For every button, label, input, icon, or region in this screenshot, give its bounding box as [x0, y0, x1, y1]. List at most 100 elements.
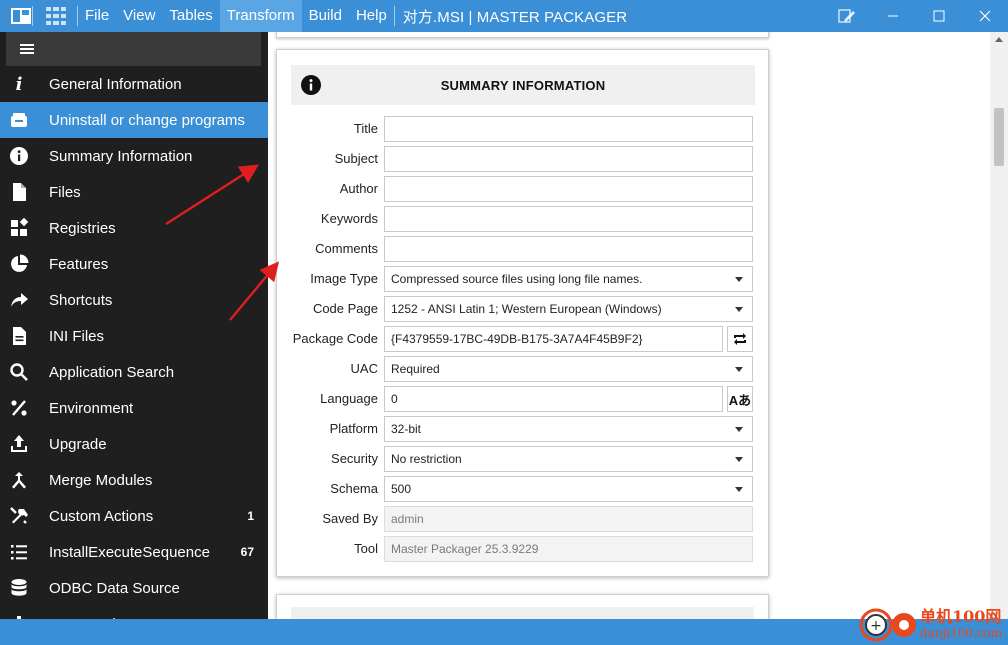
sidebar-item-label: Application Search — [49, 363, 175, 381]
comments-field[interactable] — [384, 236, 753, 262]
author-label: Author — [339, 181, 378, 196]
sidebar-item-odbc-data-source[interactable]: ODBC Data Source — [0, 570, 268, 606]
sidebar-item-label: Shortcuts — [49, 291, 113, 309]
watermark-logo-icon: + — [859, 608, 916, 641]
author-field[interactable] — [384, 176, 753, 202]
count-badge: 67 — [240, 545, 254, 559]
sidebar-item-general-information[interactable]: i General Information — [0, 66, 268, 102]
form-row-code-page: Code Page 1252 - ANSI Latin 1; Western Eu… — [277, 296, 770, 322]
form-row-comments: Comments — [277, 236, 770, 262]
sidebar-item-merge-modules[interactable]: Merge Modules — [0, 462, 268, 498]
upload-tray-icon — [9, 434, 29, 454]
tool-field: Master Packager 25.3.9229 — [384, 536, 753, 562]
database-icon — [9, 578, 29, 598]
info-circle-icon — [9, 146, 29, 166]
sidebar-nav-list: i General Information Uninstall or change … — [0, 66, 268, 619]
card-header: SUMMARY INFORMATION — [291, 65, 755, 105]
menu-transform[interactable]: Transform — [219, 0, 302, 32]
language-label: Language — [320, 391, 378, 406]
sidebar-item-label: Custom Actions — [49, 507, 154, 525]
language-button-label: Aあ — [728, 392, 752, 408]
scroll-up-icon[interactable] — [995, 37, 1003, 42]
sidebar-item-label: Features — [49, 255, 109, 273]
security-dropdown[interactable]: No restriction — [384, 446, 753, 472]
info-italic-icon: i — [9, 74, 29, 94]
code-page-label: Code Page — [312, 301, 378, 316]
form-row-security: Security No restriction — [277, 446, 770, 472]
sidebar-item-odbc-drivers[interactable]: ODBC Drivers — [0, 606, 268, 619]
sidebar-item-label: General Information — [49, 75, 182, 93]
platform-dropdown[interactable]: 32-bit — [384, 416, 753, 442]
menu-tables[interactable]: Tables — [162, 0, 219, 32]
image-type-dropdown[interactable]: Compressed source files using long file … — [384, 266, 753, 292]
sidebar-item-uninstall-or-change-programs[interactable]: Uninstall or change programs — [0, 102, 268, 138]
menu-bar: File View Tables Transform Build Help — [78, 0, 394, 32]
tools-icon — [9, 506, 29, 526]
grid-view-icon[interactable] — [45, 7, 67, 25]
app-logo-icon — [10, 7, 32, 25]
sidebar-item-features[interactable]: Features — [0, 246, 268, 282]
comments-label: Comments — [315, 241, 378, 256]
edit-note-icon[interactable] — [824, 0, 870, 32]
uac-dropdown[interactable]: Required — [384, 356, 753, 382]
title-label: Title — [353, 121, 378, 136]
keywords-field[interactable] — [384, 206, 753, 232]
form-row-package-code: Package Code {F4379559-17BC-49DB-B175-3A7… — [277, 326, 770, 352]
sidebar-item-installexecutesequence[interactable]: InstallExecuteSequence 67 — [0, 534, 268, 570]
sidebar-item-application-search[interactable]: Application Search — [0, 354, 268, 390]
package-code-label: Package Code — [292, 331, 378, 346]
form-row-schema: Schema 500 — [277, 476, 770, 502]
search-icon — [9, 362, 29, 382]
form-row-uac: UAC Required — [277, 356, 770, 382]
title-field[interactable] — [384, 116, 753, 142]
code-page-dropdown[interactable]: 1252 - ANSI Latin 1; Western European (W… — [384, 296, 753, 322]
language-icon[interactable]: Aあ — [727, 386, 753, 412]
count-badge: 1 — [247, 509, 254, 523]
saved-by-label: Saved By — [322, 511, 378, 526]
close-icon[interactable] — [962, 0, 1008, 32]
form-row-keywords: Keywords — [277, 206, 770, 232]
sidebar-item-registries[interactable]: Registries — [0, 210, 268, 246]
sidebar-item-environment[interactable]: Environment — [0, 390, 268, 426]
title-separator — [32, 6, 33, 26]
subject-label: Subject — [334, 151, 378, 166]
scroll-thumb[interactable] — [994, 108, 1004, 166]
sidebar-item-label: INI Files — [49, 327, 105, 345]
sidebar-item-ini-files[interactable]: INI Files — [0, 318, 268, 354]
sidebar-item-summary-information[interactable]: Summary Information — [0, 138, 268, 174]
share-arrow-icon — [9, 290, 29, 310]
window-controls — [824, 0, 1008, 32]
form-row-image-type: Image Type Compressed source files using … — [277, 266, 770, 292]
minimize-icon[interactable] — [870, 0, 916, 32]
maximize-icon[interactable] — [916, 0, 962, 32]
menu-file[interactable]: File — [78, 0, 116, 32]
language-field[interactable]: 0 — [384, 386, 723, 412]
vertical-scrollbar[interactable] — [990, 32, 1008, 619]
schema-dropdown[interactable]: 500 — [384, 476, 753, 502]
sidebar-item-shortcuts[interactable]: Shortcuts — [0, 282, 268, 318]
regenerate-icon[interactable] — [727, 326, 753, 352]
menu-help[interactable]: Help — [349, 0, 394, 32]
sidebar-toggle-button[interactable] — [6, 32, 261, 66]
sidebar: i General Information Uninstall or change … — [0, 32, 268, 619]
security-label: Security — [331, 451, 378, 466]
previous-card — [276, 32, 769, 38]
menu-build[interactable]: Build — [302, 0, 349, 32]
title-bar: File View Tables Transform Build Help 对方.MSI … — [0, 0, 1008, 32]
form-row-author: Author — [277, 176, 770, 202]
sidebar-item-label: Registries — [49, 219, 116, 237]
svg-text:i: i — [16, 74, 23, 94]
sidebar-item-files[interactable]: Files — [0, 174, 268, 210]
package-code-field[interactable]: {F4379559-17BC-49DB-B175-3A7A4F45B9F2} — [384, 326, 723, 352]
sidebar-item-upgrade[interactable]: Upgrade — [0, 426, 268, 462]
watermark-cn: 单机100网 — [920, 606, 1002, 626]
sidebar-item-label: Environment — [49, 399, 134, 417]
menu-view[interactable]: View — [116, 0, 162, 32]
sidebar-item-label: Uninstall or change programs — [49, 111, 245, 129]
sidebar-item-label: Files — [49, 183, 81, 201]
sidebar-item-label: ODBC Data Source — [49, 579, 180, 597]
ordered-list-icon — [9, 542, 29, 562]
subject-field[interactable] — [384, 146, 753, 172]
sidebar-item-custom-actions[interactable]: Custom Actions 1 — [0, 498, 268, 534]
form-row-subject: Subject — [277, 146, 770, 172]
